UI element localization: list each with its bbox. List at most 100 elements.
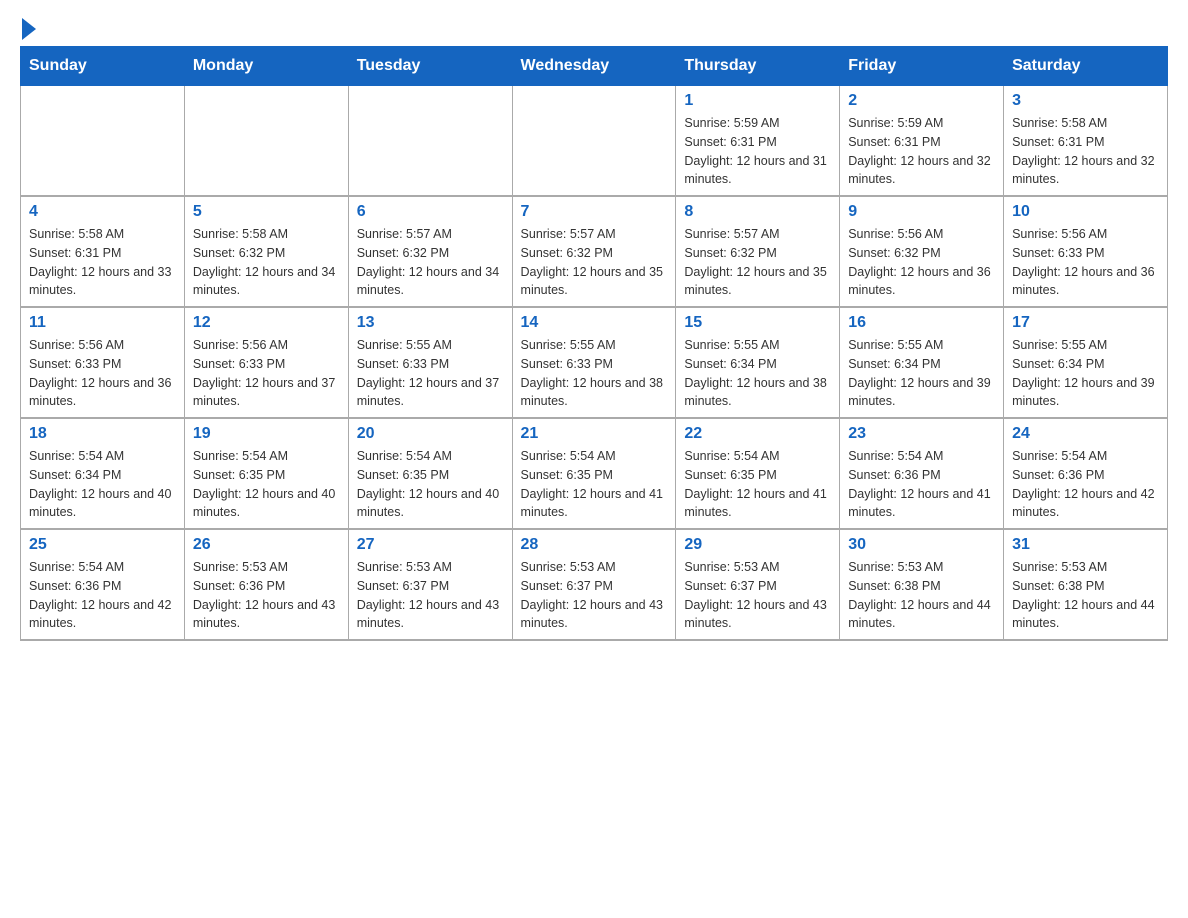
day-number: 1 [684,92,831,110]
day-number: 5 [193,203,340,221]
day-number: 16 [848,314,995,332]
day-number: 10 [1012,203,1159,221]
calendar-cell: 25 Sunrise: 5:54 AMSunset: 6:36 PMDayligh… [21,529,185,640]
day-info: Sunrise: 5:56 AMSunset: 6:33 PMDaylight:… [1012,225,1159,300]
day-number: 25 [29,536,176,554]
day-info: Sunrise: 5:55 AMSunset: 6:34 PMDaylight:… [1012,336,1159,411]
calendar-cell: 29 Sunrise: 5:53 AMSunset: 6:37 PMDayligh… [676,529,840,640]
day-info: Sunrise: 5:57 AMSunset: 6:32 PMDaylight:… [357,225,504,300]
day-info: Sunrise: 5:56 AMSunset: 6:33 PMDaylight:… [193,336,340,411]
day-info: Sunrise: 5:54 AMSunset: 6:36 PMDaylight:… [1012,447,1159,522]
day-info: Sunrise: 5:55 AMSunset: 6:33 PMDaylight:… [357,336,504,411]
calendar-cell: 4 Sunrise: 5:58 AMSunset: 6:31 PMDaylight… [21,196,185,307]
day-number: 30 [848,536,995,554]
day-number: 13 [357,314,504,332]
day-info: Sunrise: 5:53 AMSunset: 6:37 PMDaylight:… [357,558,504,633]
day-number: 23 [848,425,995,443]
day-number: 8 [684,203,831,221]
day-info: Sunrise: 5:55 AMSunset: 6:34 PMDaylight:… [848,336,995,411]
day-number: 19 [193,425,340,443]
day-number: 27 [357,536,504,554]
calendar-cell: 3 Sunrise: 5:58 AMSunset: 6:31 PMDaylight… [1004,86,1168,197]
day-info: Sunrise: 5:53 AMSunset: 6:38 PMDaylight:… [848,558,995,633]
calendar-cell: 16 Sunrise: 5:55 AMSunset: 6:34 PMDayligh… [840,307,1004,418]
day-info: Sunrise: 5:57 AMSunset: 6:32 PMDaylight:… [521,225,668,300]
day-number: 18 [29,425,176,443]
logo-arrow-icon [22,18,36,40]
day-number: 31 [1012,536,1159,554]
day-number: 15 [684,314,831,332]
day-info: Sunrise: 5:53 AMSunset: 6:38 PMDaylight:… [1012,558,1159,633]
day-info: Sunrise: 5:55 AMSunset: 6:33 PMDaylight:… [521,336,668,411]
day-info: Sunrise: 5:54 AMSunset: 6:36 PMDaylight:… [29,558,176,633]
day-info: Sunrise: 5:58 AMSunset: 6:31 PMDaylight:… [1012,114,1159,189]
calendar-cell [348,86,512,197]
day-number: 11 [29,314,176,332]
calendar-week-row: 18Sunrise: 5:54 AMSunset: 6:34 PMDayligh… [21,418,1168,529]
calendar-cell: 9 Sunrise: 5:56 AMSunset: 6:32 PMDaylight… [840,196,1004,307]
calendar-cell: 11 Sunrise: 5:56 AMSunset: 6:33 PMDayligh… [21,307,185,418]
day-number: 24 [1012,425,1159,443]
day-info: Sunrise: 5:58 AMSunset: 6:31 PMDaylight:… [29,225,176,300]
day-info: Sunrise: 5:59 AMSunset: 6:31 PMDaylight:… [848,114,995,189]
calendar-header-row: SundayMondayTuesdayWednesdayThursdayFrid… [21,47,1168,86]
page-header [20,20,1168,36]
calendar-week-row: 1 Sunrise: 5:59 AMSunset: 6:31 PMDaylight… [21,86,1168,197]
calendar-cell: 28 Sunrise: 5:53 AMSunset: 6:37 PMDayligh… [512,529,676,640]
day-number: 7 [521,203,668,221]
day-info: Sunrise: 5:53 AMSunset: 6:37 PMDaylight:… [521,558,668,633]
calendar-cell: 20Sunrise: 5:54 AMSunset: 6:35 PMDayligh… [348,418,512,529]
day-number: 22 [684,425,831,443]
calendar-cell: 12 Sunrise: 5:56 AMSunset: 6:33 PMDayligh… [184,307,348,418]
calendar-cell: 2Sunrise: 5:59 AMSunset: 6:31 PMDaylight… [840,86,1004,197]
day-number: 3 [1012,92,1159,110]
day-info: Sunrise: 5:55 AMSunset: 6:34 PMDaylight:… [684,336,831,411]
calendar-cell: 8 Sunrise: 5:57 AMSunset: 6:32 PMDaylight… [676,196,840,307]
calendar-cell: 15 Sunrise: 5:55 AMSunset: 6:34 PMDayligh… [676,307,840,418]
calendar-cell [184,86,348,197]
calendar-cell: 24 Sunrise: 5:54 AMSunset: 6:36 PMDayligh… [1004,418,1168,529]
day-number: 12 [193,314,340,332]
day-number: 9 [848,203,995,221]
calendar-table: SundayMondayTuesdayWednesdayThursdayFrid… [20,46,1168,641]
calendar-cell [512,86,676,197]
calendar-header-wednesday: Wednesday [512,47,676,86]
calendar-header-monday: Monday [184,47,348,86]
calendar-header-friday: Friday [840,47,1004,86]
calendar-header-saturday: Saturday [1004,47,1168,86]
day-number: 17 [1012,314,1159,332]
day-number: 29 [684,536,831,554]
calendar-cell: 1 Sunrise: 5:59 AMSunset: 6:31 PMDaylight… [676,86,840,197]
day-info: Sunrise: 5:57 AMSunset: 6:32 PMDaylight:… [684,225,831,300]
logo [20,20,36,36]
day-number: 4 [29,203,176,221]
day-info: Sunrise: 5:56 AMSunset: 6:32 PMDaylight:… [848,225,995,300]
calendar-cell: 17 Sunrise: 5:55 AMSunset: 6:34 PMDayligh… [1004,307,1168,418]
calendar-week-row: 4 Sunrise: 5:58 AMSunset: 6:31 PMDaylight… [21,196,1168,307]
day-info: Sunrise: 5:56 AMSunset: 6:33 PMDaylight:… [29,336,176,411]
calendar-cell: 13 Sunrise: 5:55 AMSunset: 6:33 PMDayligh… [348,307,512,418]
calendar-week-row: 11 Sunrise: 5:56 AMSunset: 6:33 PMDayligh… [21,307,1168,418]
calendar-cell: 30 Sunrise: 5:53 AMSunset: 6:38 PMDayligh… [840,529,1004,640]
day-number: 21 [521,425,668,443]
day-info: Sunrise: 5:59 AMSunset: 6:31 PMDaylight:… [684,114,831,189]
calendar-header-tuesday: Tuesday [348,47,512,86]
calendar-cell: 23Sunrise: 5:54 AMSunset: 6:36 PMDayligh… [840,418,1004,529]
day-info: Sunrise: 5:53 AMSunset: 6:37 PMDaylight:… [684,558,831,633]
calendar-cell: 26Sunrise: 5:53 AMSunset: 6:36 PMDayligh… [184,529,348,640]
calendar-cell: 18Sunrise: 5:54 AMSunset: 6:34 PMDayligh… [21,418,185,529]
calendar-header-thursday: Thursday [676,47,840,86]
day-number: 28 [521,536,668,554]
day-info: Sunrise: 5:54 AMSunset: 6:35 PMDaylight:… [684,447,831,522]
calendar-cell: 6Sunrise: 5:57 AMSunset: 6:32 PMDaylight… [348,196,512,307]
calendar-cell: 31 Sunrise: 5:53 AMSunset: 6:38 PMDayligh… [1004,529,1168,640]
calendar-cell: 14 Sunrise: 5:55 AMSunset: 6:33 PMDayligh… [512,307,676,418]
day-number: 14 [521,314,668,332]
day-info: Sunrise: 5:58 AMSunset: 6:32 PMDaylight:… [193,225,340,300]
calendar-cell: 5 Sunrise: 5:58 AMSunset: 6:32 PMDaylight… [184,196,348,307]
calendar-cell: 21 Sunrise: 5:54 AMSunset: 6:35 PMDayligh… [512,418,676,529]
calendar-week-row: 25 Sunrise: 5:54 AMSunset: 6:36 PMDayligh… [21,529,1168,640]
calendar-cell: 10 Sunrise: 5:56 AMSunset: 6:33 PMDayligh… [1004,196,1168,307]
calendar-cell: 19Sunrise: 5:54 AMSunset: 6:35 PMDayligh… [184,418,348,529]
day-info: Sunrise: 5:54 AMSunset: 6:35 PMDaylight:… [521,447,668,522]
